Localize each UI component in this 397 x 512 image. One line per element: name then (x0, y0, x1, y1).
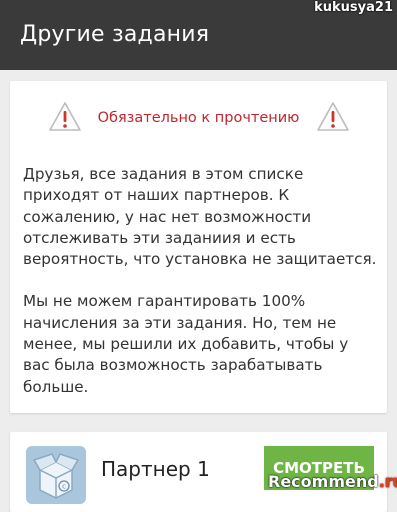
watermark-username: kukusya21 (314, 0, 393, 15)
box-app-icon: c (26, 446, 86, 504)
warning-icon (317, 102, 349, 131)
page-title: Другие задания (20, 22, 210, 47)
notice-paragraph: Мы не можем гарантировать 100% начислени… (23, 292, 349, 396)
watermark-site-main: Recommend (268, 472, 379, 491)
notice-body: Друзья, все задания в этом списке приход… (23, 164, 378, 398)
notice-paragraph: Друзья, все задания в этом списке приход… (23, 165, 377, 269)
svg-text:c: c (62, 483, 66, 491)
watermark-site-suffix: .ru (378, 472, 397, 491)
partner-name: Партнер 1 (101, 457, 210, 481)
watermark-site: Recommend.ru (268, 472, 397, 491)
notice-header: Обязательно к прочтению (10, 101, 387, 137)
notice-card: Обязательно к прочтению Друзья, все зада… (10, 81, 387, 413)
